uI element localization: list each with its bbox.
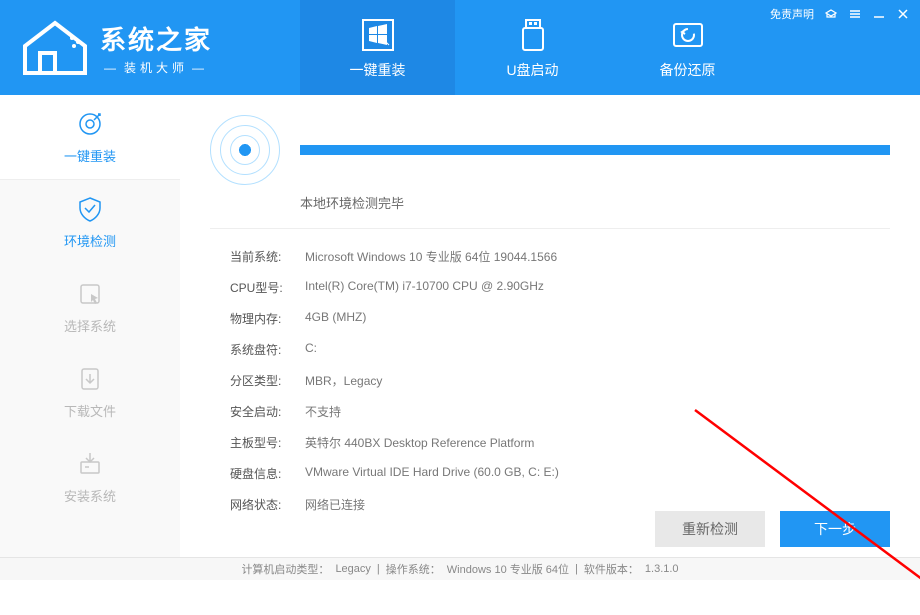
info-row: 物理内存:4GB (MHZ) xyxy=(210,303,890,334)
target-icon xyxy=(76,110,104,138)
footer-boot-label: 计算机启动类型： xyxy=(241,561,329,577)
info-label: CPU型号: xyxy=(230,279,305,296)
sidebar-step-download[interactable]: 下载文件 xyxy=(0,350,180,435)
brand-subtitle: 装机大师 xyxy=(100,59,212,76)
footer-ver-label: 软件版本： xyxy=(584,561,639,577)
info-value: Intel(R) Core(TM) i7-10700 CPU @ 2.90GHz xyxy=(305,279,544,296)
tab-usb-boot[interactable]: U盘启动 xyxy=(455,0,610,95)
info-row: 硬盘信息:VMware Virtual IDE Hard Drive (60.0… xyxy=(210,458,890,489)
info-value: Microsoft Windows 10 专业版 64位 19044.1566 xyxy=(305,248,557,265)
sidebar-item-label: 环境检测 xyxy=(64,231,116,250)
windows-icon xyxy=(359,16,397,54)
usb-icon xyxy=(514,16,552,54)
sidebar-step-detect[interactable]: 环境检测 xyxy=(0,180,180,265)
info-row: CPU型号:Intel(R) Core(TM) i7-10700 CPU @ 2… xyxy=(210,272,890,303)
install-icon xyxy=(76,450,104,478)
info-label: 物理内存: xyxy=(230,310,305,327)
brand-title: 系统之家 xyxy=(100,20,212,57)
footer-boot-value: Legacy xyxy=(335,563,370,575)
info-label: 安全启动: xyxy=(230,403,305,420)
info-label: 硬盘信息: xyxy=(230,465,305,482)
info-value: VMware Virtual IDE Hard Drive (60.0 GB, … xyxy=(305,465,559,482)
info-value: 4GB (MHZ) xyxy=(305,310,366,327)
info-label: 网络状态: xyxy=(230,496,305,513)
shield-check-icon xyxy=(76,195,104,223)
info-value: 不支持 xyxy=(305,403,341,420)
download-icon xyxy=(76,365,104,393)
sidebar-step-select[interactable]: 选择系统 xyxy=(0,265,180,350)
tab-label: U盘启动 xyxy=(506,60,558,80)
status-bar: 计算机启动类型： Legacy | 操作系统： Windows 10 专业版 6… xyxy=(0,557,920,580)
footer-os-label: 操作系统： xyxy=(386,561,441,577)
sidebar-item-label: 下载文件 xyxy=(64,401,116,420)
close-button[interactable] xyxy=(896,7,910,21)
info-row: 主板型号:英特尔 440BX Desktop Reference Platfor… xyxy=(210,427,890,458)
sidebar-item-label: 安装系统 xyxy=(64,486,116,505)
info-value: C: xyxy=(305,341,317,358)
header-tabs: 一键重装 U盘启动 备份还原 xyxy=(300,0,765,95)
progress-row xyxy=(210,115,890,185)
sidebar-step-reinstall[interactable]: 一键重装 xyxy=(0,95,180,180)
steps-sidebar: 一键重装 环境检测 选择系统 下载文件 安装系统 xyxy=(0,95,180,557)
radar-icon xyxy=(210,115,280,185)
info-label: 主板型号: xyxy=(230,434,305,451)
footer-os-value: Windows 10 专业版 64位 xyxy=(447,561,569,577)
sidebar-item-label: 选择系统 xyxy=(64,316,116,335)
menu-icon[interactable] xyxy=(848,7,862,21)
sidebar-step-install[interactable]: 安装系统 xyxy=(0,435,180,520)
recheck-button[interactable]: 重新检测 xyxy=(655,511,765,547)
info-label: 当前系统: xyxy=(230,248,305,265)
disclaimer-link[interactable]: 免责声明 xyxy=(770,6,814,22)
footer-ver-value: 1.3.1.0 xyxy=(645,563,679,575)
app-header: 系统之家 装机大师 一键重装 U盘启动 备份还原 免责声明 xyxy=(0,0,920,95)
titlebar-controls: 免责声明 xyxy=(770,6,910,22)
tab-label: 一键重装 xyxy=(350,60,406,80)
status-text: 本地环境检测完毕 xyxy=(300,193,890,212)
house-icon xyxy=(20,18,90,78)
main-panel: 本地环境检测完毕 当前系统:Microsoft Windows 10 专业版 6… xyxy=(180,95,920,557)
progress-bar xyxy=(300,145,890,155)
info-row: 安全启动:不支持 xyxy=(210,396,890,427)
select-icon xyxy=(76,280,104,308)
info-row: 分区类型:MBR，Legacy xyxy=(210,365,890,396)
minimize-button[interactable] xyxy=(872,7,886,21)
info-label: 分区类型: xyxy=(230,372,305,389)
info-value: 网络已连接 xyxy=(305,496,365,513)
tab-reinstall[interactable]: 一键重装 xyxy=(300,0,455,95)
info-label: 系统盘符: xyxy=(230,341,305,358)
hat-icon[interactable] xyxy=(824,7,838,21)
info-value: MBR，Legacy xyxy=(305,372,382,389)
sidebar-item-label: 一键重装 xyxy=(64,146,116,165)
info-row: 系统盘符:C: xyxy=(210,334,890,365)
tab-label: 备份还原 xyxy=(660,60,716,80)
restore-icon xyxy=(669,16,707,54)
info-value: 英特尔 440BX Desktop Reference Platform xyxy=(305,434,534,451)
info-row: 当前系统:Microsoft Windows 10 专业版 64位 19044.… xyxy=(210,241,890,272)
next-button[interactable]: 下一步 xyxy=(780,511,890,547)
divider xyxy=(210,228,890,229)
brand-logo: 系统之家 装机大师 xyxy=(0,0,300,96)
tab-backup-restore[interactable]: 备份还原 xyxy=(610,0,765,95)
